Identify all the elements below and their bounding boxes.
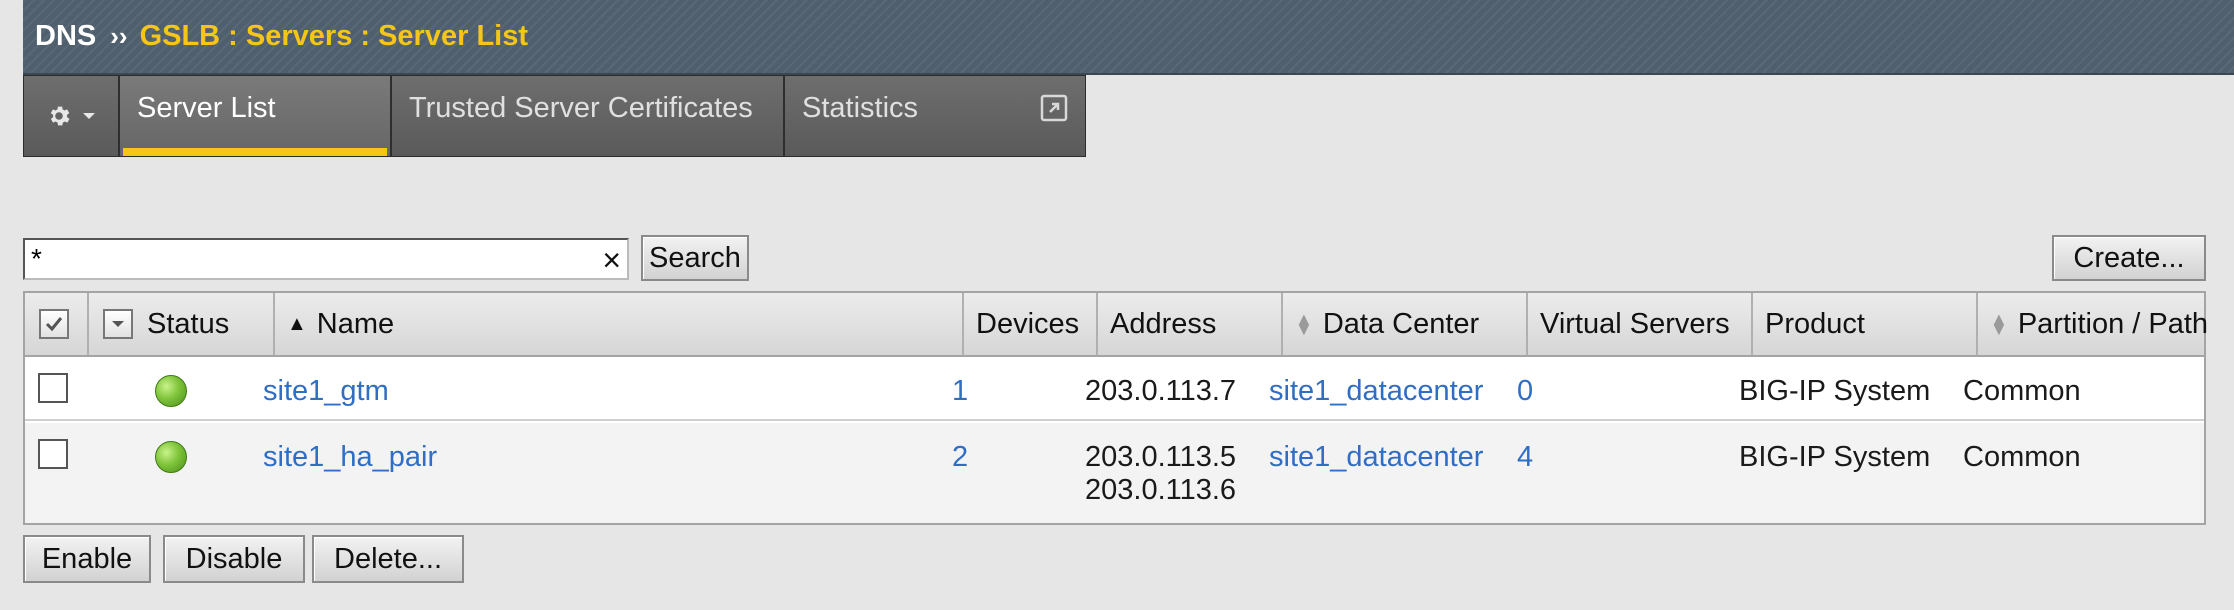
- header-devices[interactable]: Devices: [964, 293, 1098, 355]
- address-value: 203.0.113.6: [1085, 474, 1237, 506]
- virtual-servers-link[interactable]: 4: [1517, 441, 1533, 474]
- virtual-servers-link[interactable]: 0: [1517, 375, 1533, 408]
- disable-button[interactable]: Disable: [163, 535, 305, 583]
- select-all-checkbox[interactable]: [39, 309, 69, 339]
- server-list-table: Status ▲ Name Devices Address ▲ ▼ Data Ce…: [23, 291, 2208, 525]
- header-partition-path-label: Partition / Path: [2017, 307, 2209, 340]
- search-button[interactable]: Search: [641, 235, 749, 281]
- sort-ascending-icon: ▲: [287, 312, 307, 335]
- search-input[interactable]: [25, 240, 585, 278]
- header-virtual-servers[interactable]: Virtual Servers: [1528, 293, 1753, 355]
- devices-link[interactable]: 2: [952, 441, 968, 474]
- status-available-icon: [155, 375, 187, 407]
- external-link-icon[interactable]: [1040, 94, 1068, 122]
- breadcrumb-separator: ››: [110, 21, 128, 51]
- data-center-link[interactable]: site1_datacenter: [1269, 441, 1483, 474]
- tab-trusted-server-certificates[interactable]: Trusted Server Certificates: [392, 76, 785, 156]
- header-bar: DNS ›› GSLB : Servers : Server List: [23, 0, 2234, 75]
- chevron-down-icon: [112, 321, 124, 327]
- tab-server-list[interactable]: Server List: [120, 76, 392, 156]
- header-name-label: Name: [316, 307, 395, 340]
- check-icon: [45, 317, 63, 332]
- data-center-link[interactable]: site1_datacenter: [1269, 375, 1483, 408]
- chevron-down-icon: [83, 113, 95, 119]
- row-checkbox[interactable]: [38, 373, 68, 403]
- create-button[interactable]: Create...: [2052, 235, 2206, 281]
- server-name-link[interactable]: site1_ha_pair: [263, 441, 437, 474]
- breadcrumb-root[interactable]: DNS: [35, 20, 96, 53]
- sort-icon: ▲ ▼: [1990, 309, 2008, 339]
- header-data-center-label: Data Center: [1322, 307, 1480, 340]
- header-product[interactable]: Product: [1753, 293, 1978, 355]
- header-address[interactable]: Address: [1098, 293, 1283, 355]
- clear-search-icon[interactable]: ×: [602, 242, 621, 278]
- header-devices-label: Devices: [976, 307, 1080, 340]
- header-virtual-servers-label: Virtual Servers: [1540, 307, 1730, 340]
- header-address-label: Address: [1110, 307, 1217, 340]
- address-value: 203.0.113.7: [1085, 375, 1237, 407]
- status-available-icon: [155, 441, 187, 473]
- search-field-container: ×: [23, 238, 629, 280]
- header-product-label: Product: [1765, 307, 1865, 340]
- devices-link[interactable]: 1: [952, 375, 968, 408]
- product-value: BIG-IP System: [1739, 441, 1931, 473]
- tab-bar: Server List Trusted Server Certificates …: [23, 75, 1086, 157]
- product-value: BIG-IP System: [1739, 375, 1931, 407]
- delete-button[interactable]: Delete...: [312, 535, 464, 583]
- tab-statistics[interactable]: Statistics: [785, 76, 1085, 156]
- enable-button[interactable]: Enable: [23, 535, 151, 583]
- sort-icon: ▲ ▼: [1295, 309, 1313, 339]
- partition-value: Common: [1963, 375, 2081, 407]
- row-checkbox[interactable]: [38, 439, 68, 469]
- table-row: site1_ha_pair 2 203.0.113.5 203.0.113.6 …: [25, 423, 2204, 523]
- server-name-link[interactable]: site1_gtm: [263, 375, 389, 408]
- tab-statistics-label: Statistics: [802, 92, 919, 124]
- table-header: Status ▲ Name Devices Address ▲ ▼ Data Ce…: [25, 293, 2208, 357]
- header-select-all: [25, 293, 89, 355]
- header-data-center[interactable]: ▲ ▼ Data Center: [1283, 293, 1528, 355]
- gear-icon: [50, 106, 70, 126]
- header-status[interactable]: Status: [89, 293, 275, 355]
- tab-menu-button[interactable]: [24, 76, 120, 156]
- breadcrumb-path[interactable]: GSLB : Servers : Server List: [140, 20, 528, 53]
- address-value: 203.0.113.5: [1085, 441, 1237, 473]
- header-status-label: Status: [147, 307, 230, 340]
- partition-value: Common: [1963, 441, 2081, 473]
- header-name[interactable]: ▲ Name: [275, 293, 964, 355]
- table-row: site1_gtm 1 203.0.113.7 site1_datacenter…: [25, 357, 2204, 421]
- status-filter-dropdown[interactable]: [103, 309, 133, 339]
- header-partition-path[interactable]: ▲ ▼ Partition / Path: [1978, 293, 2208, 355]
